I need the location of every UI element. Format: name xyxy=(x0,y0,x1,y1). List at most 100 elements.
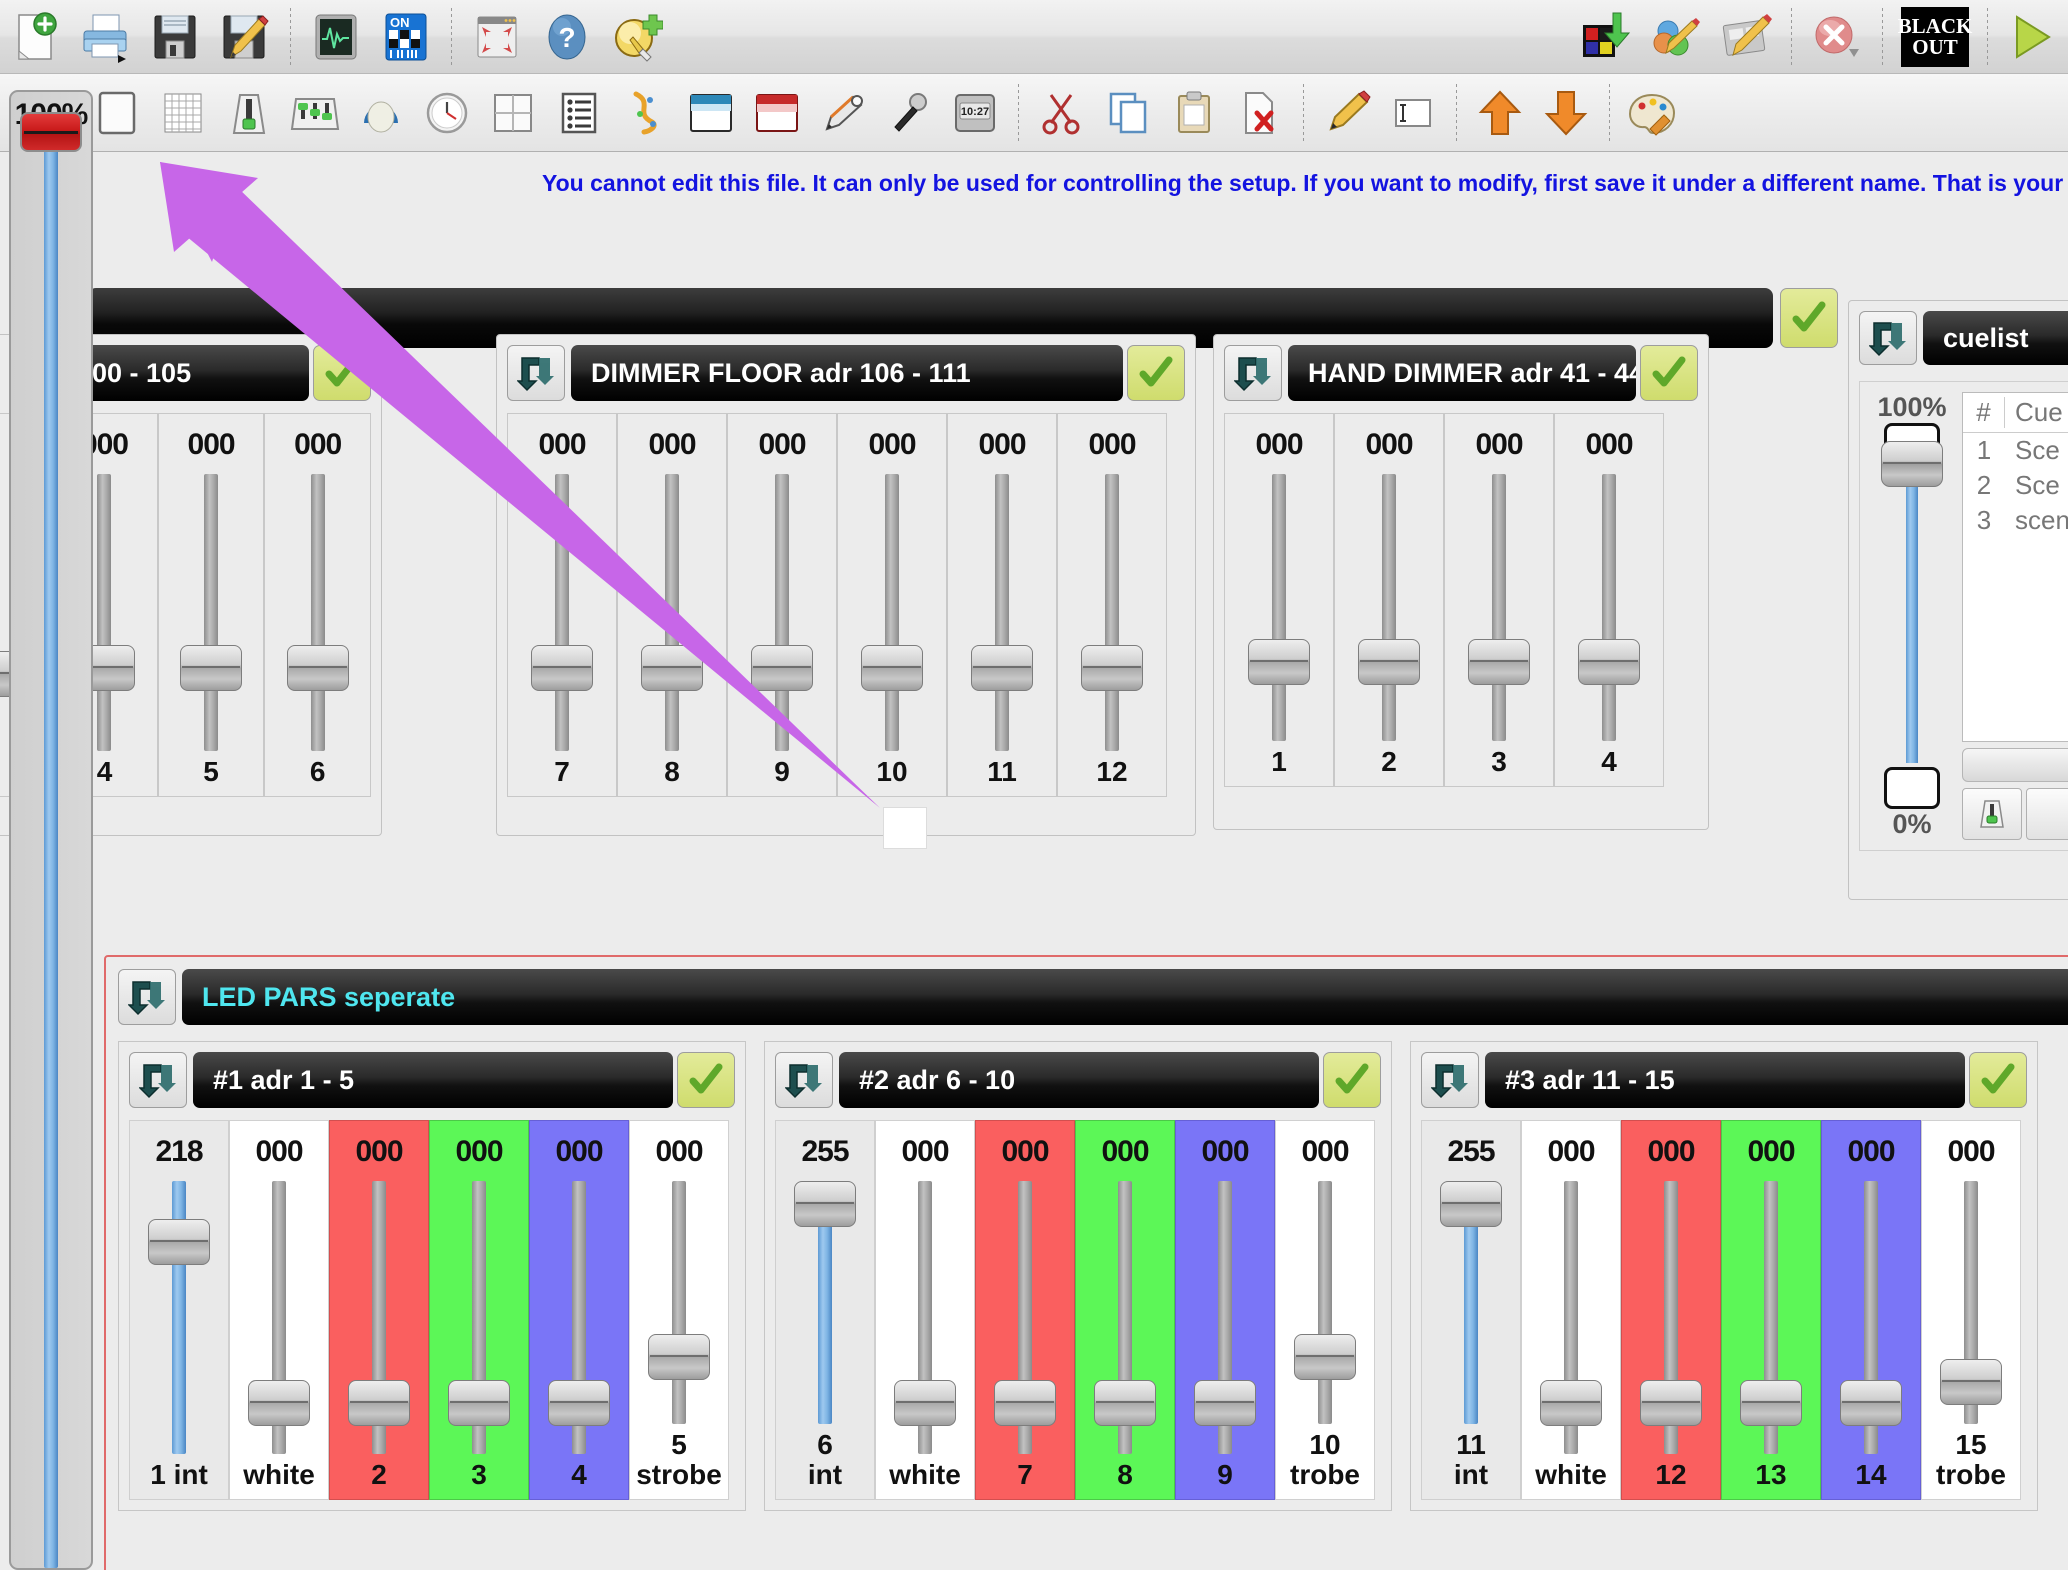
channel-fader[interactable]: 000 14 xyxy=(1821,1120,1921,1500)
group-check-button[interactable] xyxy=(677,1052,735,1108)
dipswitch-icon[interactable]: ON xyxy=(374,6,438,68)
channel-fader[interactable]: 000 7 xyxy=(507,413,617,797)
move-down-icon[interactable] xyxy=(1536,84,1596,142)
cuelist-fader-bottom-box[interactable] xyxy=(1884,767,1940,809)
channel-slider[interactable] xyxy=(630,1181,728,1425)
collapse-icon[interactable] xyxy=(775,1052,833,1108)
channel-slider[interactable] xyxy=(265,474,370,751)
edit-page-icon[interactable] xyxy=(1714,6,1778,68)
microphone-icon[interactable] xyxy=(879,84,939,142)
master-fader[interactable]: 100% xyxy=(9,90,93,1570)
channel-fader[interactable]: 000 8 xyxy=(617,413,727,797)
save-as-icon[interactable] xyxy=(213,6,277,68)
channel-fader[interactable]: 000 5 strobe xyxy=(629,1120,729,1500)
cue-row[interactable]: 3 scen xyxy=(1963,503,2068,538)
cut-icon[interactable] xyxy=(1032,84,1092,142)
channel-fader[interactable]: 000 2 xyxy=(1334,413,1444,787)
channel-slider[interactable] xyxy=(1722,1181,1820,1454)
delete-icon[interactable] xyxy=(1230,84,1290,142)
dna-icon[interactable] xyxy=(615,84,675,142)
slider-handle[interactable] xyxy=(1440,1181,1502,1227)
collapse-icon[interactable] xyxy=(507,345,565,401)
clock-icon[interactable] xyxy=(417,84,477,142)
slider-handle[interactable] xyxy=(1358,639,1420,686)
fullscreen-icon[interactable] xyxy=(465,6,529,68)
channel-fader[interactable]: 000 white xyxy=(229,1120,329,1500)
cuelist-scrollbar[interactable] xyxy=(1962,748,2068,782)
channel-slider[interactable] xyxy=(230,1181,328,1454)
new-cue-icon[interactable] xyxy=(605,6,669,68)
channel-fader[interactable]: 000 4 xyxy=(529,1120,629,1500)
channel-slider[interactable] xyxy=(948,474,1056,751)
group-title[interactable]: #1 adr 1 - 5 xyxy=(193,1052,673,1108)
paste-icon[interactable] xyxy=(1164,84,1224,142)
channel-slider[interactable] xyxy=(1076,1181,1174,1454)
channel-slider[interactable] xyxy=(776,1181,874,1425)
channel-slider[interactable] xyxy=(508,474,616,751)
list-icon[interactable] xyxy=(549,84,609,142)
group-check-button[interactable] xyxy=(1969,1052,2027,1108)
channel-slider[interactable] xyxy=(1445,474,1553,741)
channel-fader[interactable]: 255 6 int xyxy=(775,1120,875,1500)
slider-handle[interactable] xyxy=(994,1380,1056,1426)
collapse-icon[interactable] xyxy=(1421,1052,1479,1108)
channel-slider[interactable] xyxy=(130,1181,228,1454)
slider-handle[interactable] xyxy=(751,645,813,692)
channel-fader[interactable]: 000 8 xyxy=(1075,1120,1175,1500)
slider-handle[interactable] xyxy=(531,645,593,692)
group-check-button[interactable] xyxy=(1640,345,1698,401)
group-check-button[interactable] xyxy=(1323,1052,1381,1108)
channel-fader[interactable]: 000 7 xyxy=(975,1120,1075,1500)
play-icon[interactable] xyxy=(2001,6,2065,68)
slider-handle[interactable] xyxy=(1248,639,1310,686)
group-check-button[interactable] xyxy=(1127,345,1185,401)
ledpars-title[interactable]: LED PARS seperate xyxy=(182,969,2068,1025)
channel-slider[interactable] xyxy=(728,474,836,751)
print-icon[interactable] xyxy=(73,6,137,68)
channel-fader[interactable]: 000 white xyxy=(1521,1120,1621,1500)
window-red-icon[interactable] xyxy=(747,84,807,142)
group-title[interactable]: HAND DIMMER adr 41 - 44 xyxy=(1288,345,1636,401)
channel-fader[interactable]: 000 white xyxy=(875,1120,975,1500)
cuelist-fader-button[interactable] xyxy=(1962,788,2022,840)
cuelist-fader-handle[interactable] xyxy=(1881,441,1943,487)
slider-handle[interactable] xyxy=(794,1181,856,1227)
pencil-icon[interactable] xyxy=(1317,84,1377,142)
group-title[interactable]: #2 adr 6 - 10 xyxy=(839,1052,1319,1108)
slider-handle[interactable] xyxy=(1468,639,1530,686)
channel-slider[interactable] xyxy=(1822,1181,1920,1454)
layout-icon[interactable] xyxy=(483,84,543,142)
channel-fader[interactable]: 000 4 xyxy=(1554,413,1664,787)
channel-fader[interactable]: 000 9 xyxy=(1175,1120,1275,1500)
channel-slider[interactable] xyxy=(876,1181,974,1454)
grid-icon[interactable] xyxy=(153,84,213,142)
channel-slider[interactable] xyxy=(1276,1181,1374,1425)
channel-slider[interactable] xyxy=(530,1181,628,1454)
cue-row[interactable]: 2 Sce xyxy=(1963,468,2068,503)
fader-bank-icon[interactable] xyxy=(285,84,345,142)
channel-slider[interactable] xyxy=(618,474,726,751)
channel-fader[interactable]: 000 9 xyxy=(727,413,837,797)
slider-handle[interactable] xyxy=(1081,645,1143,692)
slider-handle[interactable] xyxy=(248,1380,310,1426)
channel-fader[interactable]: 255 11 int xyxy=(1421,1120,1521,1500)
slider-handle[interactable] xyxy=(180,645,243,692)
slider-handle[interactable] xyxy=(971,645,1033,692)
channel-slider[interactable] xyxy=(1058,474,1166,751)
collapse-icon[interactable] xyxy=(118,969,176,1025)
save-icon[interactable] xyxy=(143,6,207,68)
cuelist-extra-button[interactable] xyxy=(2026,788,2068,840)
slider-handle[interactable] xyxy=(1840,1380,1902,1426)
master-fader-handle[interactable] xyxy=(20,112,82,152)
slider-handle[interactable] xyxy=(348,1380,410,1426)
channel-slider[interactable] xyxy=(838,474,946,751)
channel-fader[interactable]: 000 6 xyxy=(264,413,371,797)
channel-slider[interactable] xyxy=(1522,1181,1620,1454)
channel-fader[interactable]: 000 5 xyxy=(157,413,265,797)
color-wheel-icon[interactable] xyxy=(351,84,411,142)
page-title-check-button[interactable] xyxy=(1780,288,1838,348)
slider-handle[interactable] xyxy=(1640,1380,1702,1426)
fader-icon[interactable] xyxy=(219,84,279,142)
group-title[interactable]: 100 - 105 xyxy=(57,345,309,401)
channel-fader[interactable]: 000 12 xyxy=(1057,413,1167,797)
